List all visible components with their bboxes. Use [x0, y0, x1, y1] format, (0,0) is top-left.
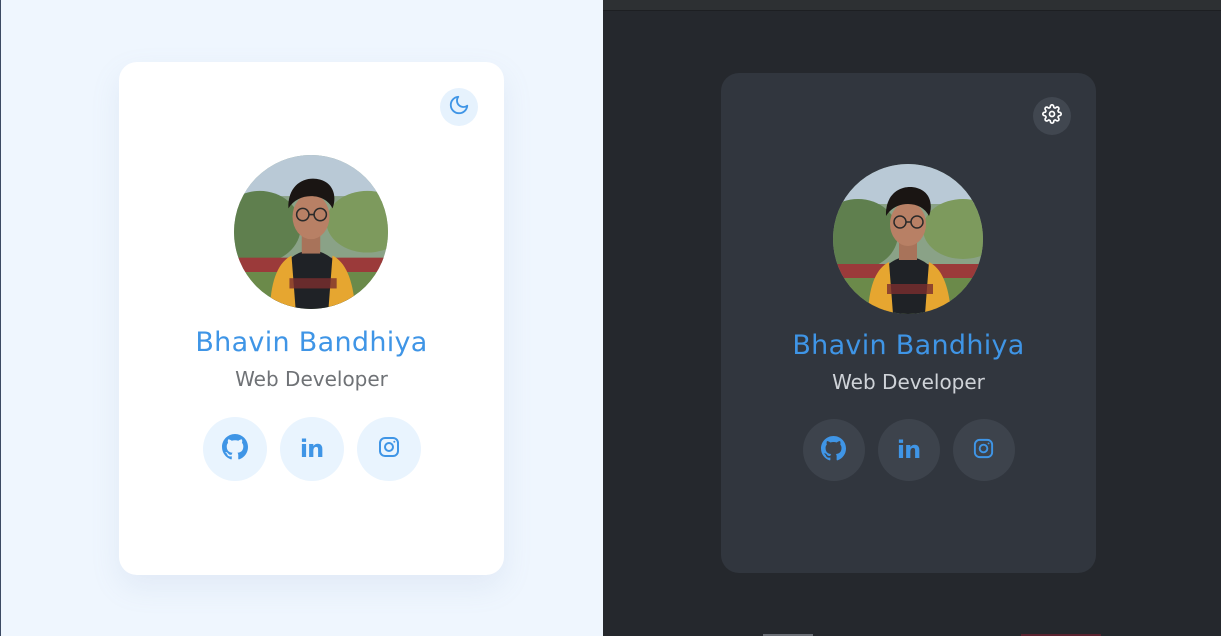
- profile-card-light: Bhavin Bandhiya Web Developer in: [119, 62, 504, 575]
- gear-icon: [1042, 104, 1062, 128]
- profile-name: Bhavin Bandhiya: [195, 327, 428, 358]
- avatar: [234, 155, 388, 309]
- theme-toggle-button[interactable]: [440, 88, 478, 126]
- github-icon: [221, 434, 248, 464]
- moon-icon: [448, 94, 470, 120]
- linkedin-link[interactable]: in: [877, 419, 940, 481]
- profile-card-dark: Bhavin Bandhiya Web Developer in: [721, 73, 1096, 573]
- profile-role: Web Developer: [832, 370, 985, 394]
- instagram-icon: [972, 437, 995, 464]
- social-links: in: [721, 419, 1096, 481]
- avatar: [833, 164, 983, 314]
- instagram-link[interactable]: [356, 417, 421, 481]
- github-icon: [821, 435, 846, 465]
- profile-name: Bhavin Bandhiya: [792, 330, 1025, 361]
- github-link[interactable]: [802, 419, 865, 481]
- linkedin-icon: in: [299, 435, 324, 463]
- window-top-bar: [603, 0, 1221, 11]
- github-link[interactable]: [202, 417, 267, 481]
- dark-theme-panel: Bhavin Bandhiya Web Developer in: [603, 0, 1221, 636]
- linkedin-link[interactable]: in: [279, 417, 344, 481]
- theme-toggle-button[interactable]: [1033, 97, 1071, 135]
- instagram-icon: [377, 435, 401, 463]
- light-theme-panel: Bhavin Bandhiya Web Developer in: [0, 0, 603, 636]
- instagram-link[interactable]: [952, 419, 1015, 481]
- profile-role: Web Developer: [235, 367, 388, 391]
- linkedin-icon: in: [896, 436, 921, 464]
- social-links: in: [119, 417, 504, 481]
